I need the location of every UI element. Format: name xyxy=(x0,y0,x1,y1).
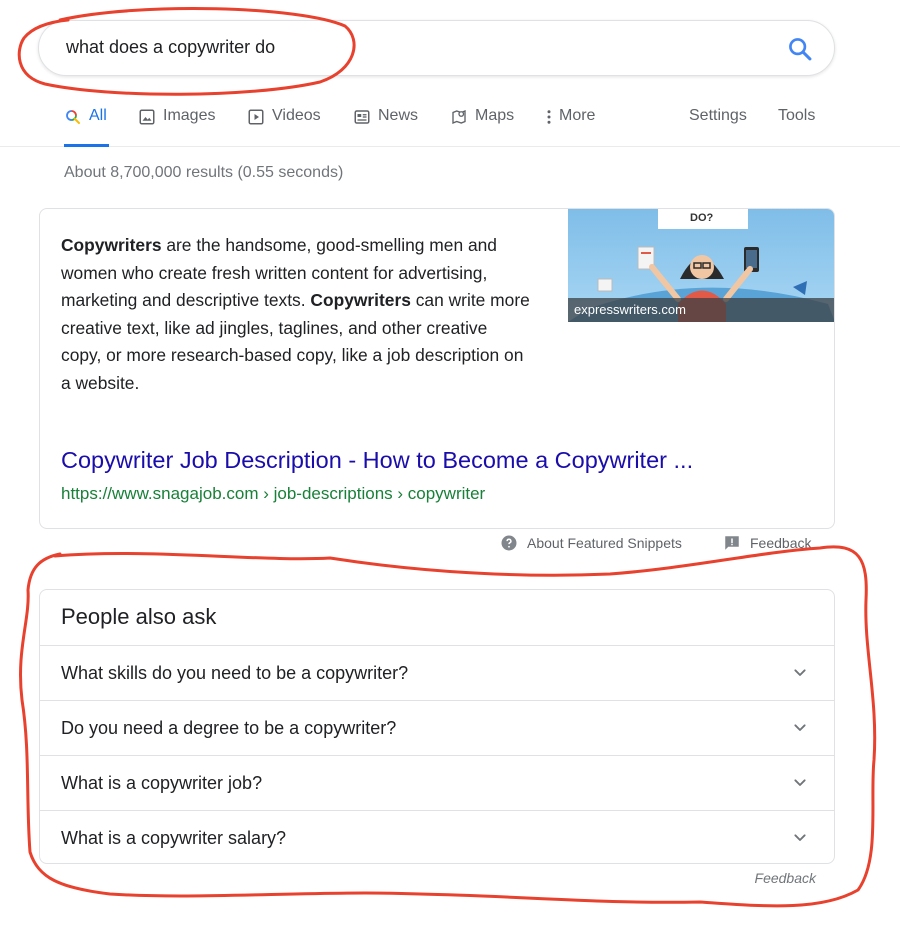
image-caption: expresswriters.com xyxy=(568,298,834,322)
help-icon xyxy=(501,535,517,551)
people-also-ask: People also ask What skills do you need … xyxy=(39,589,835,864)
search-box[interactable]: what does a copywriter do xyxy=(38,20,835,76)
tab-settings[interactable]: Settings xyxy=(689,107,747,147)
paa-question[interactable]: What is a copywriter salary? xyxy=(40,810,834,865)
search-icon[interactable] xyxy=(786,35,814,63)
snippet-image[interactable]: DO? expresswriters.com xyxy=(568,209,834,322)
search-input[interactable]: what does a copywriter do xyxy=(66,37,275,58)
tab-tools[interactable]: Tools xyxy=(778,107,815,147)
tab-label: Videos xyxy=(272,107,321,124)
paa-question-text: What is a copywriter job? xyxy=(61,773,263,793)
image-icon xyxy=(139,109,155,125)
tab-label: All xyxy=(89,107,107,124)
tab-label: Maps xyxy=(475,107,515,124)
snippet-url[interactable]: https://www.snagajob.com › job-descripti… xyxy=(61,484,485,504)
tab-all[interactable]: All xyxy=(64,107,109,147)
feedback-icon xyxy=(725,536,739,550)
chevron-down-icon xyxy=(794,834,806,841)
tab-label: Images xyxy=(163,107,216,124)
about-featured-snippets[interactable]: About Featured Snippets xyxy=(500,534,682,552)
more-vert-icon xyxy=(547,110,551,124)
paa-feedback[interactable]: Feedback xyxy=(755,870,816,886)
snippet-keyword: Copywriters xyxy=(61,235,162,255)
chevron-down-icon xyxy=(794,669,806,676)
paa-title: People also ask xyxy=(61,604,217,629)
about-snippets-label: About Featured Snippets xyxy=(527,535,682,551)
tab-label: News xyxy=(378,107,419,124)
result-stats: About 8,700,000 results (0.55 seconds) xyxy=(64,164,344,181)
map-pin-icon xyxy=(452,110,466,124)
tab-label: More xyxy=(559,107,596,124)
featured-snippet: Copywriters are the handsome, good-smell… xyxy=(39,208,835,529)
paa-question[interactable]: What is a copywriter job? xyxy=(40,755,834,810)
tab-more[interactable]: More xyxy=(545,107,595,147)
paa-question-text: Do you need a degree to be a copywriter? xyxy=(61,718,397,738)
newspaper-icon xyxy=(354,110,370,124)
tab-news[interactable]: News xyxy=(353,107,418,147)
tab-label: Settings xyxy=(689,107,747,124)
tab-videos[interactable]: Videos xyxy=(247,107,321,147)
snippet-feedback[interactable]: Feedback xyxy=(723,534,811,552)
paa-question[interactable]: What skills do you need to be a copywrit… xyxy=(40,645,834,700)
tab-maps[interactable]: Maps xyxy=(450,107,514,147)
snippet-text: Copywriters are the handsome, good-smell… xyxy=(61,232,531,397)
chevron-down-icon xyxy=(794,724,806,731)
snippet-keyword: Copywriters xyxy=(310,290,411,310)
tab-label: Tools xyxy=(778,107,816,124)
image-banner-text: DO? xyxy=(690,212,714,224)
search-tabs: All Images Videos News Maps More Setting… xyxy=(0,100,900,147)
tab-images[interactable]: Images xyxy=(138,107,215,147)
feedback-label: Feedback xyxy=(750,535,812,551)
paa-question-text: What skills do you need to be a copywrit… xyxy=(61,663,409,683)
paa-question[interactable]: Do you need a degree to be a copywriter? xyxy=(40,700,834,755)
snippet-link[interactable]: Copywriter Job Description - How to Beco… xyxy=(61,447,693,474)
search-icon xyxy=(66,110,80,124)
chevron-down-icon xyxy=(794,779,806,786)
play-icon xyxy=(248,109,264,125)
paa-question-text: What is a copywriter salary? xyxy=(61,828,287,848)
